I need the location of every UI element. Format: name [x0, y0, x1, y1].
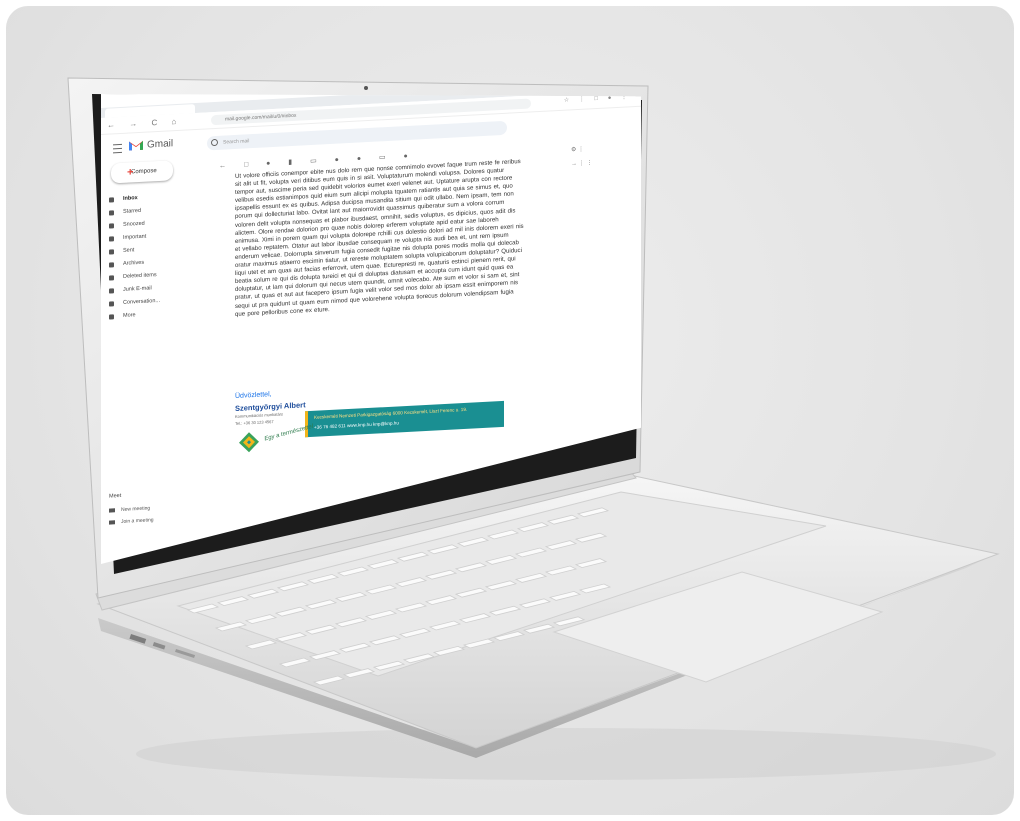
meet-section-title: Meet [109, 492, 122, 500]
compose-button[interactable]: + Compose [111, 160, 173, 184]
photo-card: ← → C ⌂ mail.google.com/mail/u/0/#inbox … [6, 6, 1014, 815]
sidebar-nav: Inbox Starred Snoozed Important Sent Archives… [107, 189, 199, 324]
banner-contact[interactable]: +36 76 482 611 www.knp.hu knp@knp.hu [314, 420, 399, 429]
sidebar-item-icon [109, 210, 114, 216]
sidebar-item-icon [109, 262, 114, 268]
meet-join-meeting[interactable]: Join a meeting [109, 517, 154, 525]
meet-new-meeting[interactable]: New meeting [109, 505, 150, 513]
sidebar-item-label: Important [123, 233, 147, 241]
gmail-brand: Gmail [147, 138, 174, 151]
signature-greeting: Üdvözlettel, [235, 391, 272, 400]
message-actions: ⚙ ⋮ → ⋮ ⋮ [571, 142, 592, 171]
meet-item-label: Join a meeting [121, 517, 154, 525]
signature-phone: Tel.: +36 30 123 4567 [235, 418, 274, 426]
sidebar-item-label: Junk E-mail [123, 285, 152, 293]
sidebar-item-label: Sent [123, 247, 135, 254]
sidebar-item-icon [109, 223, 114, 229]
sidebar-item-label: Conversation... [123, 297, 160, 306]
settings-icon[interactable]: ⚙ ⋮ [571, 142, 592, 157]
banner-address: Kecskeméti Nemzeti Parkigazgatóság 6000 … [314, 406, 468, 420]
video-icon [109, 508, 115, 513]
gmail-logo-icon [129, 140, 143, 151]
sidebar-item-label: Deleted items [123, 272, 157, 280]
signature-name: Szentgyörgyi Albert [235, 400, 306, 413]
plus-icon: + [127, 166, 134, 179]
email-body: Ut volore officiis conempor ebite nus do… [235, 158, 524, 318]
sidebar-item-label: More [123, 312, 136, 319]
sidebar-item-icon [109, 236, 114, 242]
hamburger-menu-icon[interactable] [113, 143, 122, 154]
laptop-shadow [136, 728, 996, 780]
sidebar-item-label: Inbox [123, 195, 138, 202]
compose-label: Compose [131, 168, 157, 176]
meet-item-label: New meeting [121, 505, 151, 513]
sidebar-item-icon [109, 314, 114, 320]
sidebar-item-label: Starred [123, 207, 142, 215]
sidebar-item-icon [109, 275, 114, 281]
keyboard-icon [109, 520, 115, 525]
sidebar-item-icon [109, 249, 114, 255]
sidebar-item-icon [109, 288, 114, 294]
sidebar-item-label: Archives [123, 259, 145, 267]
signature-role: Kommunikációs munkatárs [235, 411, 284, 419]
gmail-sidebar: + Compose Inbox Starred Snoozed Important Se… [101, 159, 201, 564]
organization-logo-icon [239, 432, 259, 453]
webcam [364, 86, 368, 90]
sidebar-item-icon [109, 197, 114, 203]
signature-banner: Kecskeméti Nemzeti Parkigazgatóság 6000 … [305, 400, 504, 438]
sidebar-item-icon [109, 301, 114, 307]
reply-icon[interactable]: → ⋮ ⋮ [571, 156, 592, 171]
sidebar-item-label: Snoozed [123, 220, 145, 228]
browser-nav-icons[interactable]: ← → C ⌂ [107, 117, 182, 130]
